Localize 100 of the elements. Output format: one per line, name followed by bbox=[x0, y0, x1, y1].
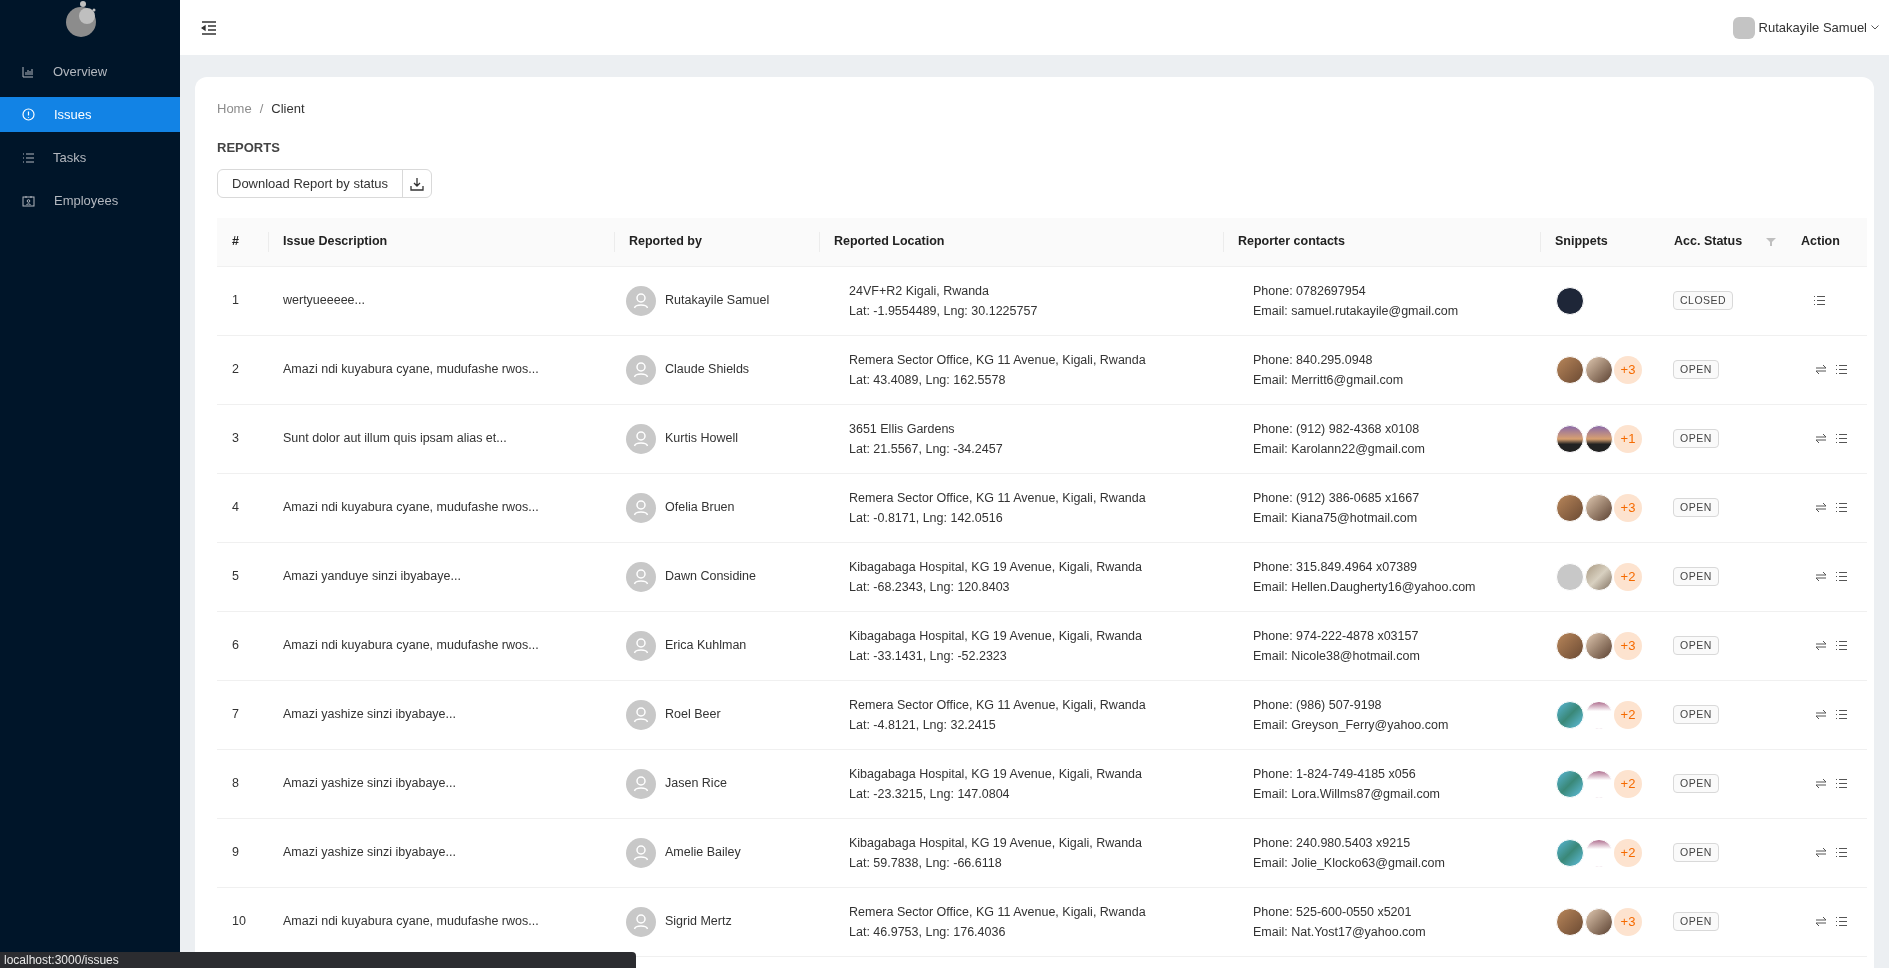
location-address: Remera Sector Office, KG 11 Avenue, Kigali, Rwanda bbox=[849, 903, 1146, 921]
list-icon[interactable] bbox=[1835, 640, 1847, 651]
breadcrumb-separator: / bbox=[259, 100, 264, 118]
column-header: Snippets bbox=[1555, 234, 1608, 249]
reporter-phone: Phone: 840.295.0948 bbox=[1253, 351, 1373, 369]
location-address: 24VF+R2 Kigali, Rwanda bbox=[849, 282, 989, 300]
sidebar-item[interactable]: Overview bbox=[0, 54, 180, 89]
issue-description: wertyueeeee... bbox=[283, 292, 365, 310]
snippet-photo-placeholder[interactable] bbox=[1585, 907, 1613, 936]
swap-icon[interactable] bbox=[1815, 571, 1827, 582]
column-header: Issue Description bbox=[283, 234, 388, 249]
location-coordinates: Lat: -1.9554489, Lng: 30.1225757 bbox=[849, 302, 1038, 320]
snippet-photo-placeholder[interactable] bbox=[1585, 493, 1613, 522]
more-snippets-count[interactable]: +1 bbox=[1614, 424, 1642, 453]
reporter-email: Email: Hellen.Daugherty16@yahoo.com bbox=[1253, 578, 1476, 596]
reporter-email: Email: Nat.Yost17@yahoo.com bbox=[1253, 923, 1426, 941]
reporter-name: Jasen Rice bbox=[665, 775, 727, 793]
snippet-photo-placeholder[interactable] bbox=[1556, 355, 1584, 384]
location-coordinates: Lat: -33.1431, Lng: -52.2323 bbox=[849, 647, 1007, 665]
location-coordinates: Lat: -4.8121, Lng: 32.2415 bbox=[849, 716, 996, 734]
user-menu[interactable]: Rutakayile Samuel bbox=[1758, 17, 1879, 38]
user-avatar-icon bbox=[626, 630, 656, 661]
more-snippets-count[interactable]: +2 bbox=[1614, 562, 1642, 591]
list-icon bbox=[22, 151, 34, 164]
reporter-name: Erica Kuhlman bbox=[665, 637, 747, 655]
snippet-photo-placeholder[interactable] bbox=[1556, 424, 1584, 453]
menu-fold-icon[interactable] bbox=[201, 20, 217, 35]
swap-icon[interactable] bbox=[1815, 364, 1827, 375]
location-coordinates: Lat: -68.2343, Lng: 120.8403 bbox=[849, 578, 1010, 596]
location-coordinates: Lat: -23.3215, Lng: 147.0804 bbox=[849, 785, 1010, 803]
list-icon[interactable] bbox=[1835, 364, 1847, 375]
sidebar-item[interactable]: Tasks bbox=[0, 140, 180, 175]
location-coordinates: Lat: 46.9753, Lng: 176.4036 bbox=[849, 923, 1006, 941]
snippet-photo-placeholder[interactable] bbox=[1585, 424, 1613, 453]
issue-description: Amazi ndi kuyabura cyane, mudufashe rwos... bbox=[283, 637, 539, 655]
swap-icon[interactable] bbox=[1815, 709, 1827, 720]
list-icon[interactable] bbox=[1813, 295, 1825, 306]
download-icon bbox=[410, 176, 425, 191]
snippet-photo-placeholder[interactable] bbox=[1556, 631, 1584, 660]
reporter-email: Email: Jolie_Klocko63@gmail.com bbox=[1253, 854, 1445, 872]
breadcrumb-link[interactable]: Home bbox=[217, 99, 252, 119]
list-icon[interactable] bbox=[1835, 916, 1847, 927]
snippet-photo-placeholder[interactable] bbox=[1556, 907, 1584, 936]
id-card-icon bbox=[22, 194, 35, 207]
more-snippets-count[interactable]: +3 bbox=[1614, 493, 1642, 522]
status-tag: OPEN bbox=[1673, 360, 1719, 379]
snippet-photo-placeholder[interactable] bbox=[1556, 493, 1584, 522]
reporter-phone: Phone: 525-600-0550 x5201 bbox=[1253, 903, 1412, 921]
issue-description: Amazi ndi kuyabura cyane, mudufashe rwos... bbox=[283, 913, 539, 931]
reporter-phone: Phone: 315.849.4964 x07389 bbox=[1253, 558, 1418, 576]
status-tag: OPEN bbox=[1673, 429, 1719, 448]
reporter-phone: Phone: 0782697954 bbox=[1253, 282, 1366, 300]
column-header: Reporter contacts bbox=[1238, 234, 1345, 249]
more-snippets-count[interactable]: +2 bbox=[1614, 769, 1642, 798]
swap-icon[interactable] bbox=[1815, 433, 1827, 444]
swap-icon[interactable] bbox=[1815, 502, 1827, 513]
location-address: Remera Sector Office, KG 11 Avenue, Kigali, Rwanda bbox=[849, 696, 1146, 714]
reporter-phone: Phone: 974-222-4878 x03157 bbox=[1253, 627, 1419, 645]
reporter-phone: Phone: (912) 386-0685 x1667 bbox=[1253, 489, 1420, 507]
list-icon[interactable] bbox=[1835, 433, 1847, 444]
more-snippets-count[interactable]: +2 bbox=[1614, 838, 1642, 867]
issue-description: Amazi yanduye sinzi ibyabaye... bbox=[283, 568, 461, 586]
user-avatar-icon bbox=[626, 699, 656, 730]
status-tag: OPEN bbox=[1673, 774, 1719, 793]
more-snippets-count[interactable]: +2 bbox=[1614, 700, 1642, 729]
location-coordinates: Lat: 59.7838, Lng: -66.6118 bbox=[849, 854, 1002, 872]
more-snippets-count[interactable]: +3 bbox=[1614, 907, 1642, 936]
row-number: 8 bbox=[232, 775, 239, 793]
column-header: Reported by bbox=[629, 234, 702, 249]
list-icon[interactable] bbox=[1835, 847, 1847, 858]
list-icon[interactable] bbox=[1835, 778, 1847, 789]
swap-icon[interactable] bbox=[1815, 640, 1827, 651]
status-tag: OPEN bbox=[1673, 636, 1719, 655]
swap-icon[interactable] bbox=[1815, 778, 1827, 789]
column-header: # bbox=[232, 234, 239, 249]
reporter-name: Amelie Bailey bbox=[665, 844, 741, 862]
user-avatar-icon bbox=[626, 906, 656, 937]
more-snippets-count[interactable]: +3 bbox=[1614, 355, 1642, 384]
status-tag: OPEN bbox=[1673, 567, 1719, 586]
status-tag: CLOSED bbox=[1673, 291, 1734, 310]
sidebar-item[interactable]: Employees bbox=[0, 183, 180, 218]
reporter-name: Ofelia Bruen bbox=[665, 499, 735, 517]
more-snippets-count[interactable]: +3 bbox=[1614, 631, 1642, 660]
location-address: Kibagabaga Hospital, KG 19 Avenue, Kigali, Rwanda bbox=[849, 765, 1143, 783]
column-header: Action bbox=[1801, 234, 1840, 249]
snippet-photo-placeholder[interactable] bbox=[1585, 631, 1613, 660]
swap-icon[interactable] bbox=[1815, 847, 1827, 858]
user-avatar-icon bbox=[626, 561, 656, 592]
snippet-photo-placeholder[interactable] bbox=[1585, 355, 1613, 384]
sidebar-item[interactable]: Issues bbox=[0, 97, 180, 132]
swap-icon[interactable] bbox=[1815, 916, 1827, 927]
list-icon[interactable] bbox=[1835, 571, 1847, 582]
snippet-photo-placeholder[interactable] bbox=[1556, 286, 1584, 315]
list-icon[interactable] bbox=[1835, 709, 1847, 720]
reporter-phone: Phone: 240.980.5403 x9215 bbox=[1253, 834, 1411, 852]
list-icon[interactable] bbox=[1835, 502, 1847, 513]
chevron-down-icon bbox=[1871, 25, 1879, 30]
row-number: 10 bbox=[232, 913, 246, 931]
reporter-phone: Phone: (912) 982-4368 x0108 bbox=[1253, 420, 1420, 438]
location-address: 3651 Ellis Gardens bbox=[849, 420, 955, 438]
